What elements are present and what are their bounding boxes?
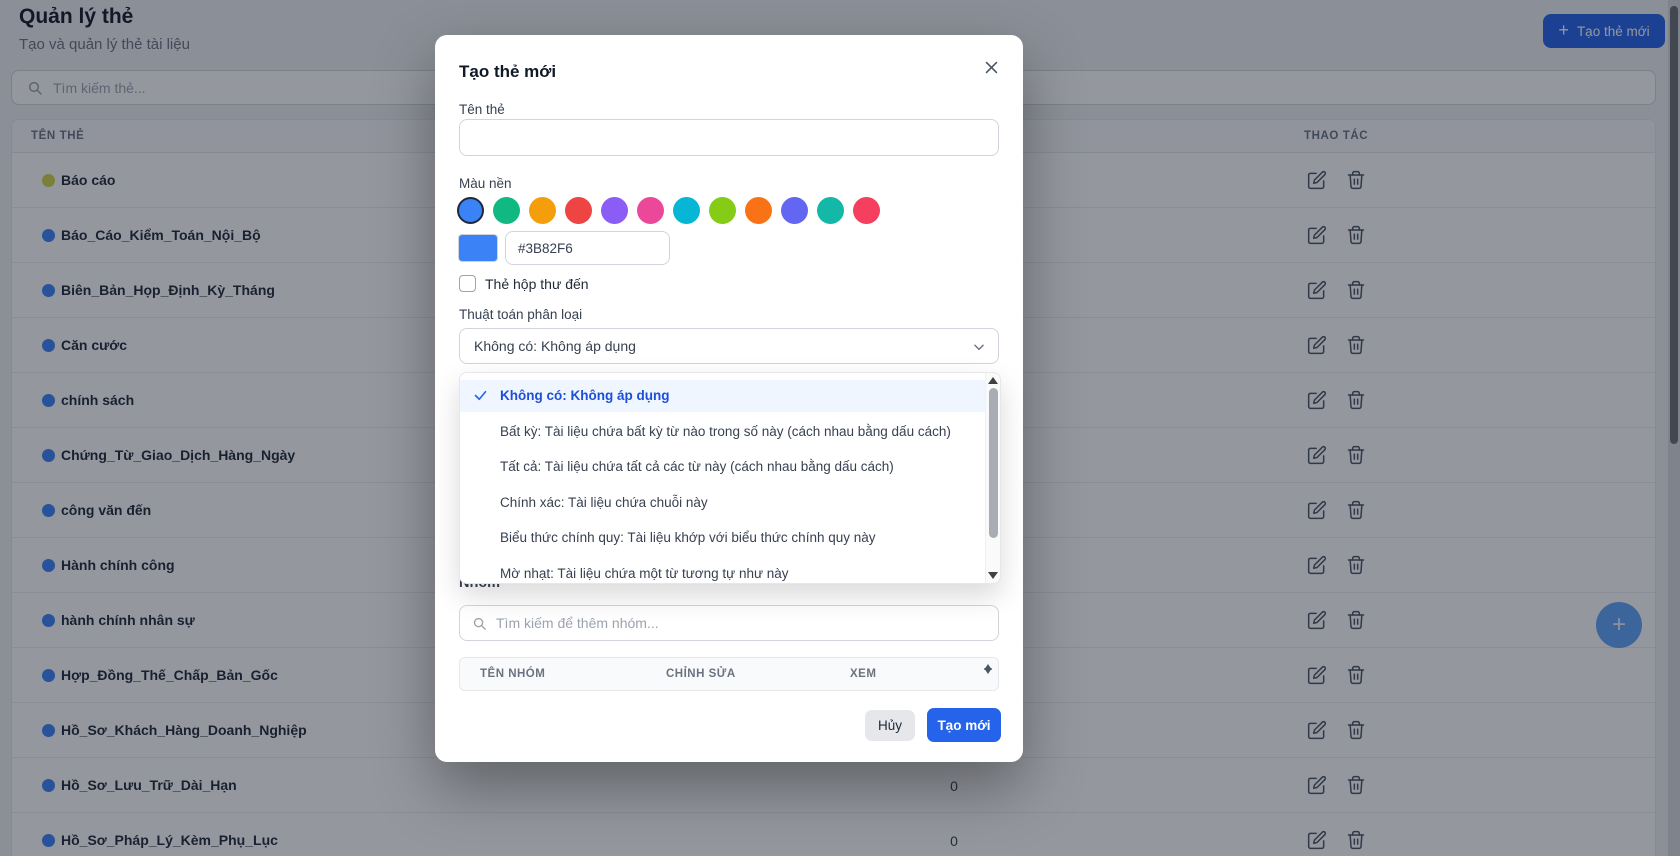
algorithm-option[interactable]: Chính xác: Tài liệu chứa chuỗi này	[460, 487, 987, 519]
create-tag-modal: Tạo thẻ mới Tên thẻ Màu nền Thẻ hộp thư …	[435, 35, 1023, 762]
algorithm-label: Thuật toán phân loại	[459, 307, 582, 322]
color-swatch[interactable]	[529, 197, 556, 224]
search-icon	[472, 616, 487, 631]
color-swatch[interactable]	[601, 197, 628, 224]
algorithm-option[interactable]: Bất kỳ: Tài liệu chứa bất kỳ từ nào tron…	[460, 416, 987, 448]
group-column-name: TÊN NHÓM	[480, 668, 545, 680]
group-column-view: XEM	[850, 668, 876, 680]
color-swatch-row	[457, 197, 880, 224]
cancel-button[interactable]: Hủy	[865, 710, 915, 741]
scroll-up-icon[interactable]	[988, 377, 998, 384]
scroll-down-icon[interactable]	[988, 572, 998, 579]
color-swatch[interactable]	[457, 197, 484, 224]
dropdown-scrollbar-thumb[interactable]	[989, 388, 998, 538]
algorithm-option-label: Mờ nhạt: Tài liệu chứa một từ tương tự n…	[500, 566, 789, 581]
hex-color-input[interactable]	[505, 231, 670, 265]
inbox-checkbox[interactable]	[459, 275, 476, 292]
modal-title: Tạo thẻ mới	[459, 62, 556, 82]
color-swatch[interactable]	[781, 197, 808, 224]
background-color-label: Màu nền	[459, 176, 512, 191]
algorithm-option-label: Biểu thức chính quy: Tài liệu khớp với b…	[500, 530, 876, 545]
color-swatch[interactable]	[817, 197, 844, 224]
algorithm-selected-value: Không có: Không áp dụng	[474, 338, 636, 354]
algorithm-select[interactable]: Không có: Không áp dụng	[459, 328, 999, 364]
close-icon[interactable]	[979, 57, 1003, 81]
color-swatch[interactable]	[709, 197, 736, 224]
algorithm-option-label: Tất cả: Tài liệu chứa tất cả các từ này …	[500, 459, 894, 474]
dropdown-scrollbar[interactable]	[985, 373, 1000, 583]
group-search-box	[459, 605, 999, 641]
color-swatch[interactable]	[493, 197, 520, 224]
chevron-down-icon	[972, 340, 986, 354]
tag-name-label: Tên thẻ	[459, 102, 505, 117]
color-swatch[interactable]	[853, 197, 880, 224]
algorithm-option-label: Bất kỳ: Tài liệu chứa bất kỳ từ nào tron…	[500, 424, 951, 439]
algorithm-option-label: Không có: Không áp dụng	[500, 388, 669, 403]
submit-button[interactable]: Tạo mới	[927, 708, 1001, 742]
group-search-input[interactable]	[496, 615, 956, 631]
algorithm-option[interactable]: Biểu thức chính quy: Tài liệu khớp với b…	[460, 522, 987, 554]
group-table-header: TÊN NHÓM CHỈNH SỬA XEM	[459, 657, 999, 691]
inbox-checkbox-label: Thẻ hộp thư đến	[485, 276, 589, 292]
color-swatch[interactable]	[673, 197, 700, 224]
tag-name-input[interactable]	[459, 119, 999, 156]
color-swatch[interactable]	[565, 197, 592, 224]
inbox-checkbox-row: Thẻ hộp thư đến	[459, 275, 589, 292]
scroll-down-icon[interactable]	[984, 668, 992, 674]
group-column-edit: CHỈNH SỬA	[666, 668, 736, 680]
color-swatch[interactable]	[745, 197, 772, 224]
algorithm-option[interactable]: Không có: Không áp dụng	[460, 380, 987, 412]
algorithm-option-label: Chính xác: Tài liệu chứa chuỗi này	[500, 495, 708, 510]
color-preview	[458, 234, 498, 262]
color-swatch[interactable]	[637, 197, 664, 224]
check-icon	[473, 388, 488, 403]
algorithm-option[interactable]: Mờ nhạt: Tài liệu chứa một từ tương tự n…	[460, 558, 987, 585]
algorithm-option[interactable]: Tất cả: Tài liệu chứa tất cả các từ này …	[460, 451, 987, 483]
algorithm-dropdown: Không có: Không áp dụng Bất kỳ: Tài liệu…	[459, 372, 1001, 584]
